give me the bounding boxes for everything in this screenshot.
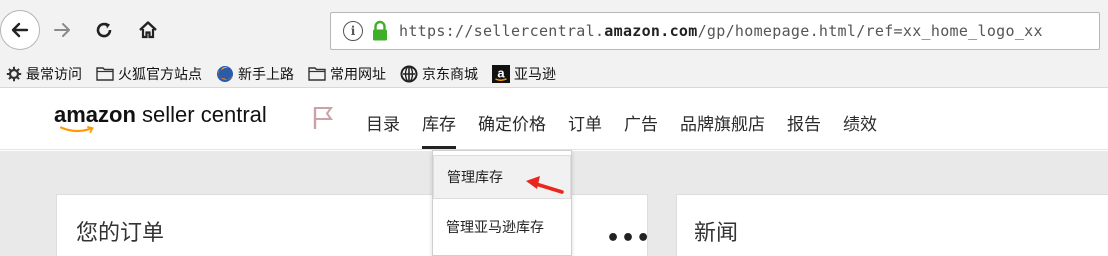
browser-toolbar: i https://sellercentral.amazon.com/gp/ho…: [0, 0, 1108, 60]
bookmark-firefox-site[interactable]: 火狐官方站点: [96, 64, 202, 84]
url-domain: amazon.com: [604, 22, 698, 40]
amazon-smile-icon: [60, 126, 94, 133]
jd-icon: [400, 65, 418, 83]
bookmark-getting-started[interactable]: 新手上路: [216, 64, 294, 84]
nav-reports[interactable]: 报告: [787, 110, 821, 135]
amazon-seller-central-logo[interactable]: amazon seller central: [54, 102, 267, 133]
news-card: [676, 194, 1108, 256]
nav-pricing[interactable]: 确定价格: [478, 110, 546, 135]
info-icon[interactable]: i: [343, 21, 363, 41]
nav-inventory[interactable]: 库存: [422, 110, 456, 149]
bookmark-label: 常用网址: [330, 66, 386, 83]
bookmark-jd[interactable]: 京东商城: [400, 64, 478, 84]
bookmark-label: 京东商城: [422, 66, 478, 83]
annotation-arrow-icon: [524, 172, 564, 200]
bookmark-label: 火狐官方站点: [118, 66, 202, 83]
amazon-icon: a: [492, 64, 510, 83]
home-button[interactable]: [132, 14, 164, 46]
bookmark-label: 最常访问: [26, 66, 82, 83]
back-arrow-icon: [11, 22, 29, 38]
news-card-title: 新闻: [694, 221, 739, 246]
menu-item-manage-fba-inventory[interactable]: 管理亚马逊库存: [433, 205, 571, 249]
back-button[interactable]: [0, 10, 40, 50]
main-nav: 目录 库存 确定价格 订单 广告 品牌旗舰店 报告 绩效: [366, 110, 899, 149]
url-text: https://sellercentral.amazon.com/gp/home…: [399, 22, 1043, 40]
bookmarks-bar: 最常访问 火狐官方站点 新手上路 常用网址 京东商城 a 亚马逊: [0, 60, 1108, 88]
svg-text:a: a: [497, 65, 505, 80]
reload-button[interactable]: [88, 14, 120, 46]
bookmark-common-sites[interactable]: 常用网址: [308, 64, 386, 84]
bookmark-label: 亚马逊: [514, 66, 556, 83]
nav-performance[interactable]: 绩效: [843, 110, 877, 135]
flag-icon[interactable]: [312, 106, 334, 134]
nav-catalog[interactable]: 目录: [366, 110, 400, 135]
url-bar[interactable]: i https://sellercentral.amazon.com/gp/ho…: [330, 12, 1100, 50]
url-suffix: /gp/homepage.html/ref=xx_home_logo_xx: [697, 22, 1043, 40]
bookmark-most-visited[interactable]: 最常访问: [6, 64, 82, 84]
seller-central-header: amazon seller central 目录 库存 确定价格 订单 广告 品…: [0, 88, 1108, 150]
home-icon: [139, 21, 157, 39]
nav-stores[interactable]: 品牌旗舰店: [680, 110, 765, 135]
lock-icon[interactable]: [371, 20, 389, 42]
nav-advertising[interactable]: 广告: [624, 110, 658, 135]
bookmark-label: 新手上路: [238, 66, 294, 83]
forward-button[interactable]: [46, 14, 78, 46]
folder-icon: [308, 66, 326, 81]
reload-icon: [96, 22, 112, 38]
orders-card-title: 您的订单: [76, 221, 165, 246]
url-prefix: https://sellercentral.: [399, 22, 605, 40]
nav-orders[interactable]: 订单: [568, 110, 602, 135]
forward-arrow-icon: [54, 23, 70, 37]
inventory-dropdown-menu: 管理库存 管理亚马逊库存: [432, 150, 572, 256]
gear-icon: [6, 66, 22, 82]
bookmark-amazon[interactable]: a 亚马逊: [492, 64, 556, 84]
firefox-icon: [216, 65, 234, 83]
more-options-button[interactable]: •••: [606, 226, 651, 251]
folder-icon: [96, 66, 114, 81]
logo-brand: amazon: [54, 102, 136, 127]
logo-product: seller central: [142, 102, 267, 127]
